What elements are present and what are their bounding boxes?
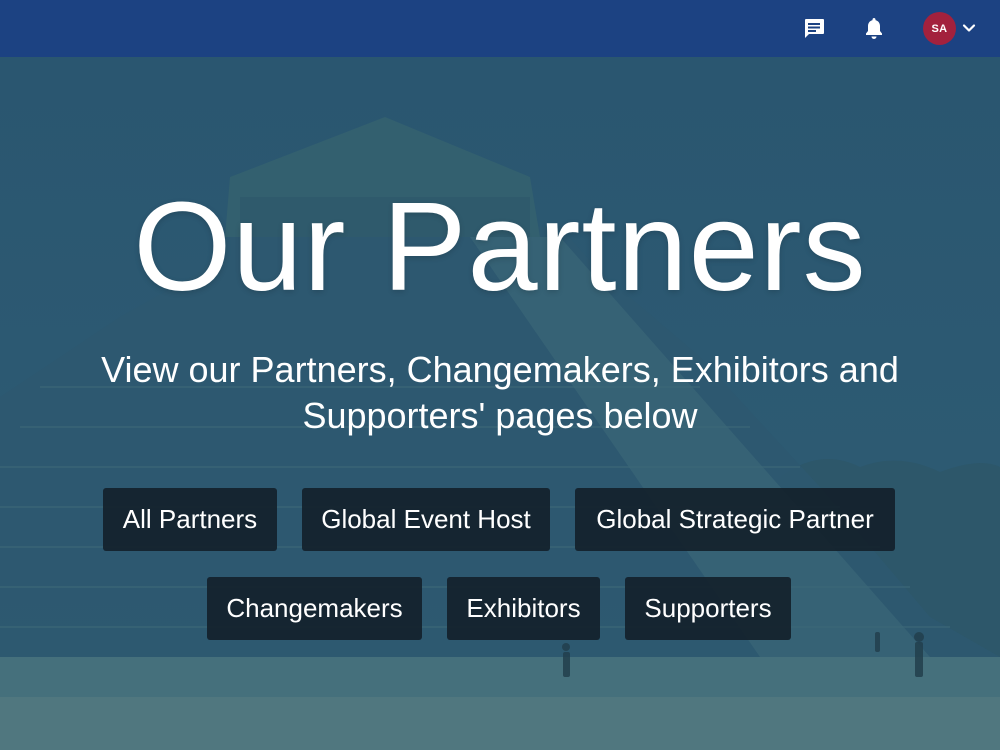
supporters-button[interactable]: Supporters [625,577,791,640]
page-title: Our Partners [133,176,867,317]
bell-icon-glyph [866,18,882,39]
global-event-host-button[interactable]: Global Event Host [302,488,550,551]
hero-banner: Our Partners View our Partners, Changema… [0,57,1000,750]
page-subtitle: View our Partners, Changemakers, Exhibit… [101,349,899,436]
all-partners-button[interactable]: All Partners [103,488,277,551]
global-strategic-partner-button[interactable]: Global Strategic Partner [575,488,895,551]
chat-icon-glyph [805,19,824,38]
chevron-down-icon[interactable] [961,20,977,36]
chat-icon[interactable] [800,14,828,42]
changemakers-button[interactable]: Changemakers [207,577,422,640]
bell-icon[interactable] [860,14,888,42]
exhibitors-button[interactable]: Exhibitors [447,577,600,640]
avatar[interactable]: SA [923,12,956,45]
top-nav-bar: SA [0,0,1000,57]
